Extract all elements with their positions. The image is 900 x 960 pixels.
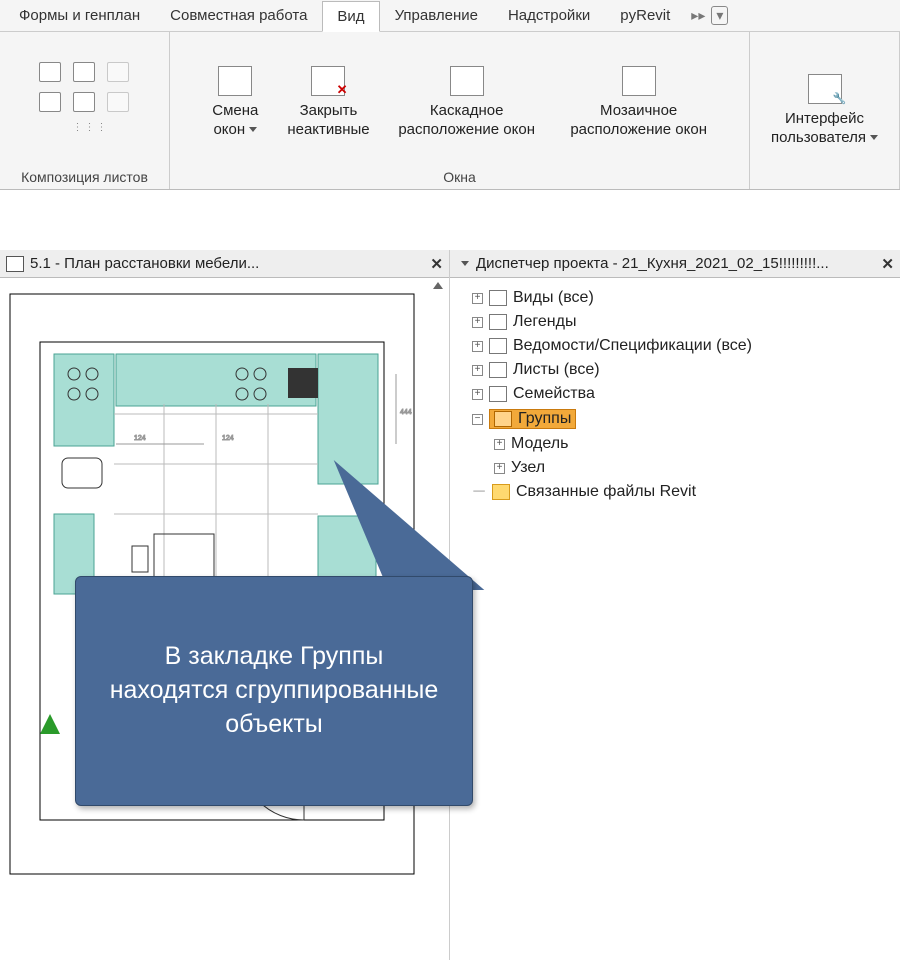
view-tab-title[interactable]: 5.1 - План расстановки мебели... [30,255,424,272]
tile-windows-button[interactable]: Мозаичное расположение окон [564,66,714,140]
close-inactive-icon: ✕ [311,66,345,96]
tree-label: Модель [511,435,568,453]
tree-item-links[interactable]: Связанные файлы Revit [454,480,896,504]
expand-icon[interactable]: + [472,341,483,352]
views-icon [489,290,507,306]
link-icon [492,484,510,500]
grid-icon[interactable]: ⋮⋮⋮ [73,122,97,144]
view-tab-bar: 5.1 - План расстановки мебели... ✕ [0,250,449,278]
tile-icon [622,66,656,96]
tree-label: Ведомости/Спецификации (все) [513,337,752,355]
callout-text: В закладке Группы находятся сгруппирован… [106,640,442,741]
tree-label: Легенды [513,313,576,331]
panel-menu-icon[interactable] [456,257,470,271]
cascade-icon [450,66,484,96]
browser-title: Диспетчер проекта - 21_Кухня_2021_02_15!… [476,255,875,272]
expand-icon[interactable]: + [472,293,483,304]
sheets-icon [489,362,507,378]
close-view-icon[interactable]: ✕ [430,255,443,273]
ribbon-group-windows: Смена окон ✕ Закрыть неактивные Каскадно… [170,32,750,189]
dropdown-box-icon: ▾ [711,6,728,25]
close-inactive-button[interactable]: ✕ Закрыть неактивные [287,66,369,140]
expand-icon[interactable]: + [472,389,483,400]
tree-item-sheets[interactable]: + Листы (все) [454,358,896,382]
close-browser-icon[interactable]: ✕ [881,255,894,273]
svg-text:444: 444 [400,409,412,416]
legends-icon [489,314,507,330]
svg-text:124: 124 [222,435,234,442]
expand-icon[interactable]: + [494,439,505,450]
ribbon-overflow[interactable]: ▸▸ ▾ [691,6,728,25]
tree-label: Листы (все) [513,361,600,379]
tree-item-groups[interactable]: − Группы [454,406,896,432]
expand-icon[interactable]: + [472,365,483,376]
ribbon: ⋮⋮⋮ Композиция листов Смена окон ✕ Закры… [0,32,900,190]
chevron-down-icon [870,135,878,140]
tree-label: Группы [518,410,571,428]
browser-tab-bar: Диспетчер проекта - 21_Кухня_2021_02_15!… [450,250,900,278]
switch-windows-button[interactable]: Смена окон [205,66,265,140]
annotation-callout: В закладке Группы находятся сгруппирован… [75,576,473,806]
ui-icon: 🔧 [808,74,842,104]
user-interface-button[interactable]: 🔧 Интерфейс пользователя [771,74,878,148]
groups-icon [494,411,512,427]
ribbon-tabs: Формы и генплан Совместная работа Вид Уп… [0,0,900,32]
tab-collab[interactable]: Совместная работа [155,0,322,31]
document-icon [6,256,24,272]
sheet-comp-icon-4[interactable] [39,92,61,112]
tree-connector [472,483,486,501]
sheet-comp-icon-2[interactable] [73,62,95,82]
collapse-icon[interactable]: − [472,414,483,425]
ribbon-group-ui: 🔧 Интерфейс пользователя [750,32,900,189]
tree-label: Узел [511,459,545,477]
tab-addins[interactable]: Надстройки [493,0,605,31]
sheet-comp-icon-5[interactable] [73,92,95,112]
tree-item-families[interactable]: + Семейства [454,382,896,406]
sheet-comp-icon-3 [107,62,129,82]
group-label-composition: Композиция листов [21,169,148,185]
tree-label: Связанные файлы Revit [516,483,696,501]
tree-item-schedules[interactable]: + Ведомости/Спецификации (все) [454,334,896,358]
expand-icon[interactable]: + [494,463,505,474]
expand-icon[interactable]: + [472,317,483,328]
group-label-windows: Окна [443,169,476,185]
cascade-windows-button[interactable]: Каскадное расположение окон [392,66,542,140]
project-browser-panel: Диспетчер проекта - 21_Кухня_2021_02_15!… [450,250,900,960]
tab-manage[interactable]: Управление [380,0,493,31]
tree-label: Виды (все) [513,289,594,307]
sheet-comp-icon-1[interactable] [39,62,61,82]
tab-forms[interactable]: Формы и генплан [4,0,155,31]
families-icon [489,386,507,402]
chevron-down-icon [249,127,257,132]
switch-windows-icon [218,66,252,96]
tree-item-views[interactable]: + Виды (все) [454,286,896,310]
tree-item-legends[interactable]: + Легенды [454,310,896,334]
sheet-comp-icon-6 [107,92,129,112]
tab-pyrevit[interactable]: pyRevit [605,0,685,31]
schedules-icon [489,338,507,354]
tree-item-detail[interactable]: + Узел [454,456,896,480]
svg-text:124: 124 [134,435,146,442]
ribbon-group-composition: ⋮⋮⋮ Композиция листов [0,32,170,189]
tree-label: Семейства [513,385,595,403]
scroll-up-icon[interactable] [433,282,443,289]
tree-item-model[interactable]: + Модель [454,432,896,456]
tab-view[interactable]: Вид [322,1,379,32]
chevron-right-icon: ▸▸ [691,7,705,24]
project-tree: + Виды (все) + Легенды + Ведомости/Специ… [450,278,900,512]
